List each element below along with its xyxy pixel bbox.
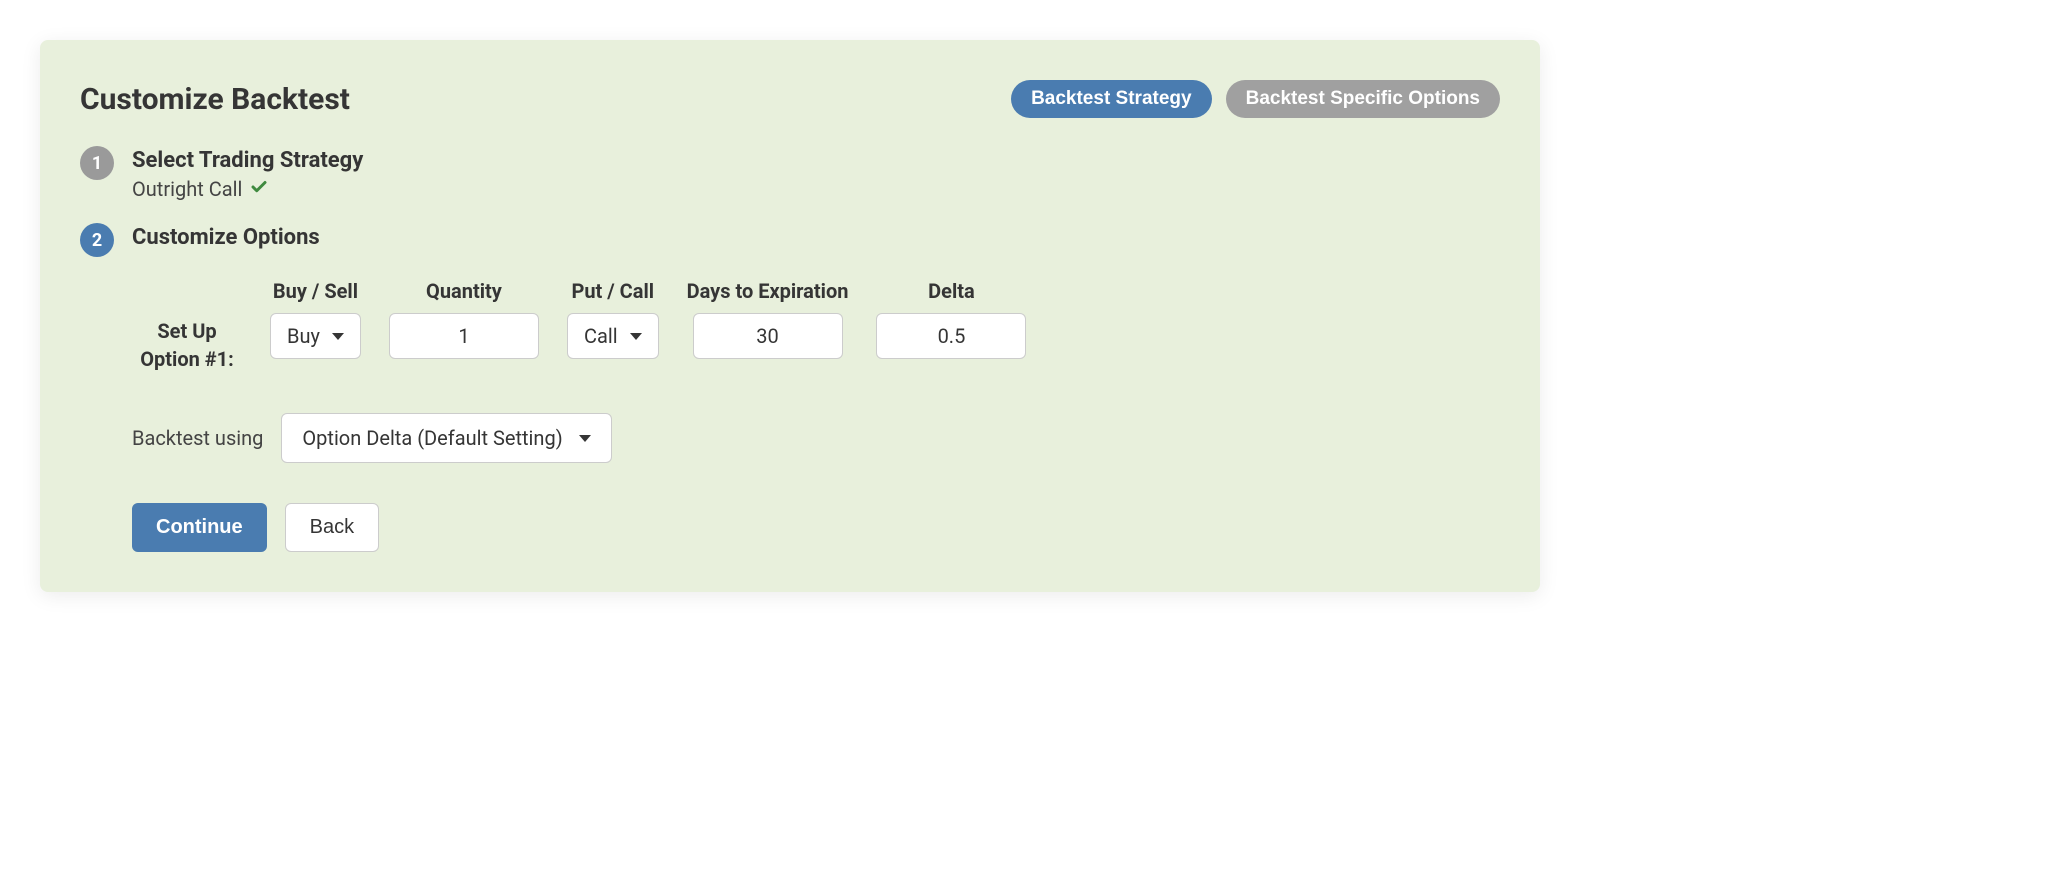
button-row: Continue Back [132, 503, 1500, 552]
field-delta: Delta [876, 279, 1026, 359]
continue-button[interactable]: Continue [132, 503, 267, 552]
dropdown-buysell-value: Buy [287, 324, 320, 348]
step-2-badge: 2 [80, 223, 114, 257]
check-icon [250, 177, 268, 201]
dropdown-putcall[interactable]: Call [567, 313, 659, 359]
step-2-title: Customize Options [132, 225, 320, 250]
dropdown-buysell[interactable]: Buy [270, 313, 361, 359]
backtest-card: Customize Backtest Backtest Strategy Bac… [40, 40, 1540, 592]
dropdown-putcall-value: Call [584, 324, 618, 348]
field-days: Days to Expiration [687, 279, 849, 359]
setup-row: Set Up Option #1: Buy / Sell Buy Quantit… [132, 279, 1500, 373]
step-1-content: Select Trading Strategy Outright Call [132, 146, 363, 201]
field-buysell: Buy / Sell Buy [270, 279, 361, 359]
backtest-using-label: Backtest using [132, 426, 263, 450]
label-putcall: Put / Call [571, 279, 654, 303]
header-row: Customize Backtest Backtest Strategy Bac… [80, 80, 1500, 118]
field-putcall: Put / Call Call [567, 279, 659, 359]
label-delta: Delta [928, 279, 975, 303]
options-area: Set Up Option #1: Buy / Sell Buy Quantit… [80, 279, 1500, 552]
tab-backtest-specific-options[interactable]: Backtest Specific Options [1226, 80, 1500, 118]
backtest-using-row: Backtest using Option Delta (Default Set… [132, 413, 1500, 463]
input-delta[interactable] [876, 313, 1026, 359]
label-quantity: Quantity [426, 279, 502, 303]
field-quantity: Quantity [389, 279, 539, 359]
tabs: Backtest Strategy Backtest Specific Opti… [1011, 80, 1500, 118]
step-1-title: Select Trading Strategy [132, 148, 363, 173]
dropdown-backtest-using[interactable]: Option Delta (Default Setting) [281, 413, 611, 463]
input-quantity[interactable] [389, 313, 539, 359]
setup-label-line2: Option #1: [140, 347, 234, 371]
step-2-content: Customize Options [132, 223, 320, 254]
caret-down-icon [630, 333, 642, 340]
step-1-badge: 1 [80, 146, 114, 180]
step-2-row: 2 Customize Options [80, 223, 1500, 257]
back-button[interactable]: Back [285, 503, 379, 552]
caret-down-icon [332, 333, 344, 340]
tab-backtest-strategy[interactable]: Backtest Strategy [1011, 80, 1212, 118]
setup-label: Set Up Option #1: [132, 279, 242, 373]
setup-label-line1: Set Up [157, 319, 216, 343]
label-days: Days to Expiration [687, 279, 849, 303]
step-1-selected: Outright Call [132, 177, 363, 201]
step-1-row: 1 Select Trading Strategy Outright Call [80, 146, 1500, 201]
step-1-selected-label: Outright Call [132, 177, 242, 201]
page-title: Customize Backtest [80, 82, 350, 117]
caret-down-icon [579, 435, 591, 442]
input-days[interactable] [693, 313, 843, 359]
dropdown-backtest-using-value: Option Delta (Default Setting) [302, 426, 562, 450]
label-buysell: Buy / Sell [273, 279, 358, 303]
